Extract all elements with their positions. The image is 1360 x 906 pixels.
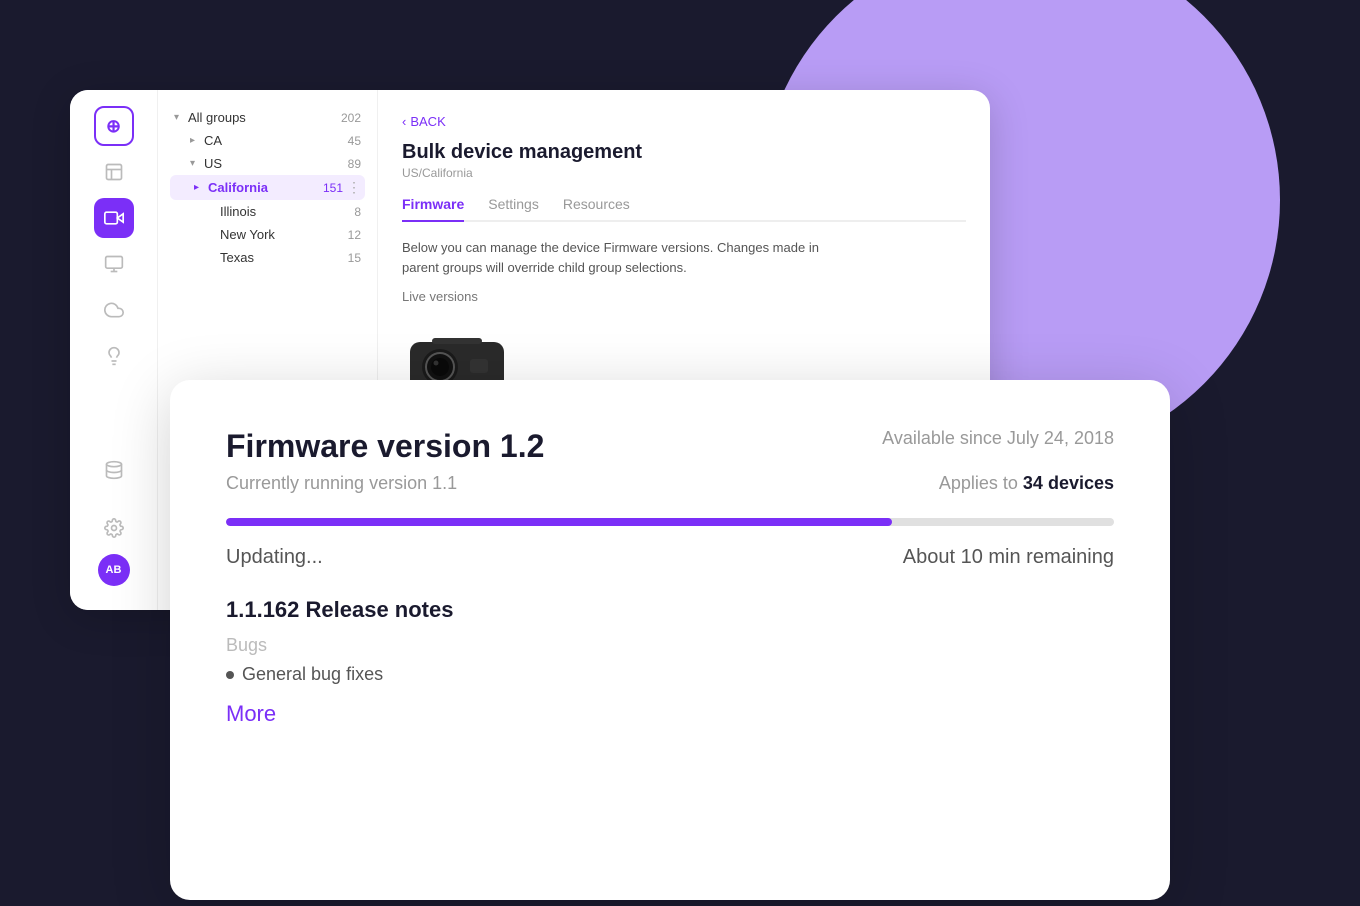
group-california[interactable]: ▸ California 151 ⋮ (170, 175, 365, 200)
more-link[interactable]: More (226, 701, 1114, 727)
live-versions-label: Live versions (402, 289, 966, 304)
cloud-icon[interactable] (94, 290, 134, 330)
main-scene: ⊕ (40, 90, 1320, 840)
back-button[interactable]: ‹ BACK (402, 114, 966, 129)
firmware-sub-row: Currently running version 1.1 Applies to… (226, 473, 1114, 494)
back-arrow-icon: ‹ (402, 114, 406, 129)
updating-label: Updating... (226, 546, 323, 569)
book-icon[interactable] (94, 152, 134, 192)
tab-firmware[interactable]: Firmware (402, 196, 464, 222)
release-notes-title: 1.1.162 Release notes (226, 597, 1114, 623)
bugs-label: Bugs (226, 635, 1114, 656)
remaining-label: About 10 min remaining (903, 546, 1114, 569)
group-us[interactable]: ▾ US 89 (170, 152, 365, 175)
tab-resources[interactable]: Resources (563, 196, 630, 222)
bug-item-text: General bug fixes (242, 664, 383, 685)
bulb-icon[interactable] (94, 336, 134, 376)
available-since: Available since July 24, 2018 (882, 428, 1114, 449)
user-avatar[interactable]: AB (98, 554, 130, 586)
tab-description: Below you can manage the device Firmware… (402, 238, 822, 277)
group-newyork[interactable]: New York 12 (170, 223, 365, 246)
progress-bar-fill (226, 518, 892, 526)
arrow-icon: ▾ (174, 112, 184, 123)
bullet-icon (226, 671, 234, 679)
gear-icon[interactable] (94, 508, 134, 548)
group-texas[interactable]: Texas 15 (170, 246, 365, 269)
progress-bar-container (226, 518, 1114, 526)
camera-nav-icon[interactable] (94, 198, 134, 238)
breadcrumb: US/California (402, 166, 966, 180)
arrow-icon: ▸ (194, 182, 204, 193)
page-title: Bulk device management (402, 141, 966, 164)
applies-to-prefix: Applies to (939, 473, 1023, 493)
bug-item: General bug fixes (226, 664, 1114, 685)
sidebar: ⊕ (70, 90, 158, 610)
monitor-icon[interactable] (94, 244, 134, 284)
firmware-version: Firmware version 1.2 (226, 428, 544, 465)
group-all[interactable]: ▾ All groups 202 (170, 106, 365, 129)
arrow-icon: ▾ (190, 158, 200, 169)
group-more-btn[interactable]: ⋮ (347, 179, 361, 196)
group-illinois[interactable]: Illinois 8 (170, 200, 365, 223)
firmware-header: Firmware version 1.2 Available since Jul… (226, 428, 1114, 465)
logo-icon[interactable]: ⊕ (94, 106, 134, 146)
applies-to: Applies to 34 devices (939, 473, 1114, 494)
arrow-icon: ▸ (190, 135, 200, 146)
group-ca[interactable]: ▸ CA 45 (170, 129, 365, 152)
applies-to-count: 34 devices (1023, 473, 1114, 493)
progress-labels: Updating... About 10 min remaining (226, 546, 1114, 569)
database-icon[interactable] (94, 450, 134, 490)
tab-settings[interactable]: Settings (488, 196, 539, 222)
tabs-container: Firmware Settings Resources (402, 196, 966, 222)
running-version: Currently running version 1.1 (226, 473, 457, 494)
firmware-update-card: Firmware version 1.2 Available since Jul… (170, 380, 1170, 900)
